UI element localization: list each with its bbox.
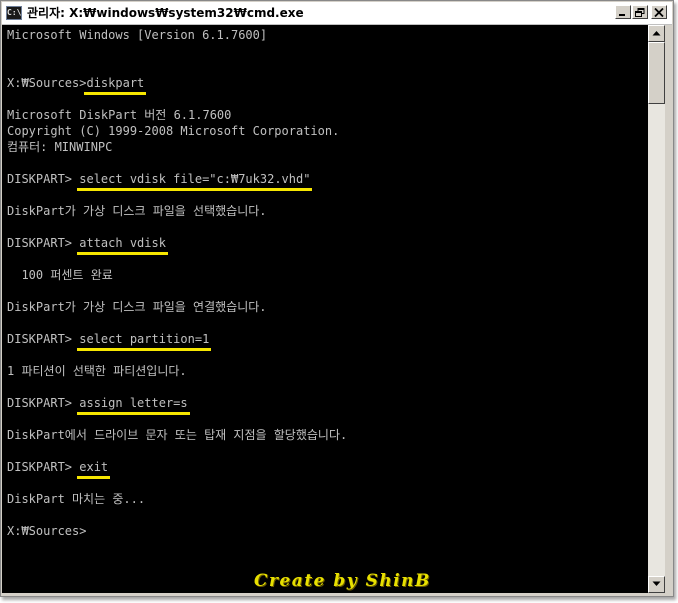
console-line: DISKPART> assign letter=s	[7, 395, 347, 415]
console-command: attach vdisk	[77, 236, 168, 255]
arrow-up-icon	[652, 31, 661, 36]
console-text: Microsoft DiskPart 버전 6.1.7600	[7, 108, 232, 122]
console-command: diskpart	[84, 76, 147, 95]
console-line: DiskPart 마치는 중...	[7, 491, 347, 507]
console-line: 컴퓨터: MINWINPC	[7, 139, 347, 155]
watermark: Create by ShinB	[254, 571, 431, 591]
console-prompt: DISKPART>	[7, 396, 80, 410]
console-line: DISKPART> select partition=1	[7, 331, 347, 351]
console-text: DiskPart가 가상 디스크 파일을 선택했습니다.	[7, 204, 267, 218]
console-text: Microsoft Windows [Version 6.1.7600]	[7, 28, 268, 42]
console-command: assign letter=s	[77, 396, 191, 415]
cmd-window: C:\ 관리자: X:₩windows₩system32₩cmd.exe Mic…	[0, 0, 674, 597]
console-line: Copyright (C) 1999-2008 Microsoft Corpor…	[7, 123, 347, 139]
close-icon	[654, 8, 664, 17]
console-line: X:₩Sources>	[7, 523, 347, 539]
scrollbar-thumb[interactable]	[648, 42, 665, 104]
console-line: 100 퍼센트 완료	[7, 267, 347, 283]
console-command: select vdisk file="c:₩7uk32.vhd"	[77, 172, 313, 191]
close-button[interactable]	[651, 5, 667, 19]
console-prompt: DISKPART>	[7, 236, 80, 250]
console-line: DISKPART> attach vdisk	[7, 235, 347, 255]
console-prompt: X:₩Sources>	[7, 76, 87, 90]
console-text: Copyright (C) 1999-2008 Microsoft Corpor…	[7, 124, 340, 138]
console-prompt: DISKPART>	[7, 172, 80, 186]
console-line: X:₩Sources>diskpart	[7, 75, 347, 95]
window-title: 관리자: X:₩windows₩system32₩cmd.exe	[27, 6, 304, 20]
console-prompt: DISKPART>	[7, 332, 80, 346]
console-command: exit	[77, 460, 111, 479]
console-line: Microsoft DiskPart 버전 6.1.7600	[7, 107, 347, 123]
console-text: 컴퓨터: MINWINPC	[7, 140, 113, 154]
console-line: Microsoft Windows [Version 6.1.7600]	[7, 27, 347, 43]
console-text: DiskPart가 가상 디스크 파일을 연결했습니다.	[7, 300, 267, 314]
vertical-scrollbar[interactable]	[648, 25, 665, 593]
arrow-down-icon	[652, 581, 661, 586]
console-prompt: DISKPART>	[7, 460, 80, 474]
console-text: 1 파티션이 선택한 파티션입니다.	[7, 364, 187, 378]
console-text: X:₩Sources>	[7, 524, 87, 538]
scroll-up-button[interactable]	[648, 25, 665, 42]
console-output[interactable]: Microsoft Windows [Version 6.1.7600] X:₩S…	[2, 25, 648, 593]
console-line: DiskPart가 가상 디스크 파일을 선택했습니다.	[7, 203, 347, 219]
console-line: 1 파티션이 선택한 파티션입니다.	[7, 363, 347, 379]
console-line: DISKPART> select vdisk file="c:₩7uk32.vh…	[7, 171, 347, 191]
console-line: DiskPart가 가상 디스크 파일을 연결했습니다.	[7, 299, 347, 315]
console-command: select partition=1	[77, 332, 212, 351]
minimize-icon	[619, 14, 625, 16]
console-text: 100 퍼센트 완료	[7, 268, 113, 282]
scroll-down-button[interactable]	[648, 576, 665, 593]
restore-button[interactable]	[632, 5, 648, 19]
console-line: DiskPart에서 드라이브 문자 또는 탑재 지점을 할당했습니다.	[7, 427, 347, 443]
console-text: DiskPart에서 드라이브 문자 또는 탑재 지점을 할당했습니다.	[7, 428, 348, 442]
minimize-button[interactable]	[615, 5, 631, 19]
cmd-icon[interactable]: C:\	[6, 6, 22, 20]
console-lines: Microsoft Windows [Version 6.1.7600] X:₩S…	[7, 27, 347, 539]
title-bar[interactable]: C:\ 관리자: X:₩windows₩system32₩cmd.exe	[2, 2, 672, 25]
restore-icon	[635, 8, 645, 17]
console-text: DiskPart 마치는 중...	[7, 492, 146, 506]
console-line: DISKPART> exit	[7, 459, 347, 479]
